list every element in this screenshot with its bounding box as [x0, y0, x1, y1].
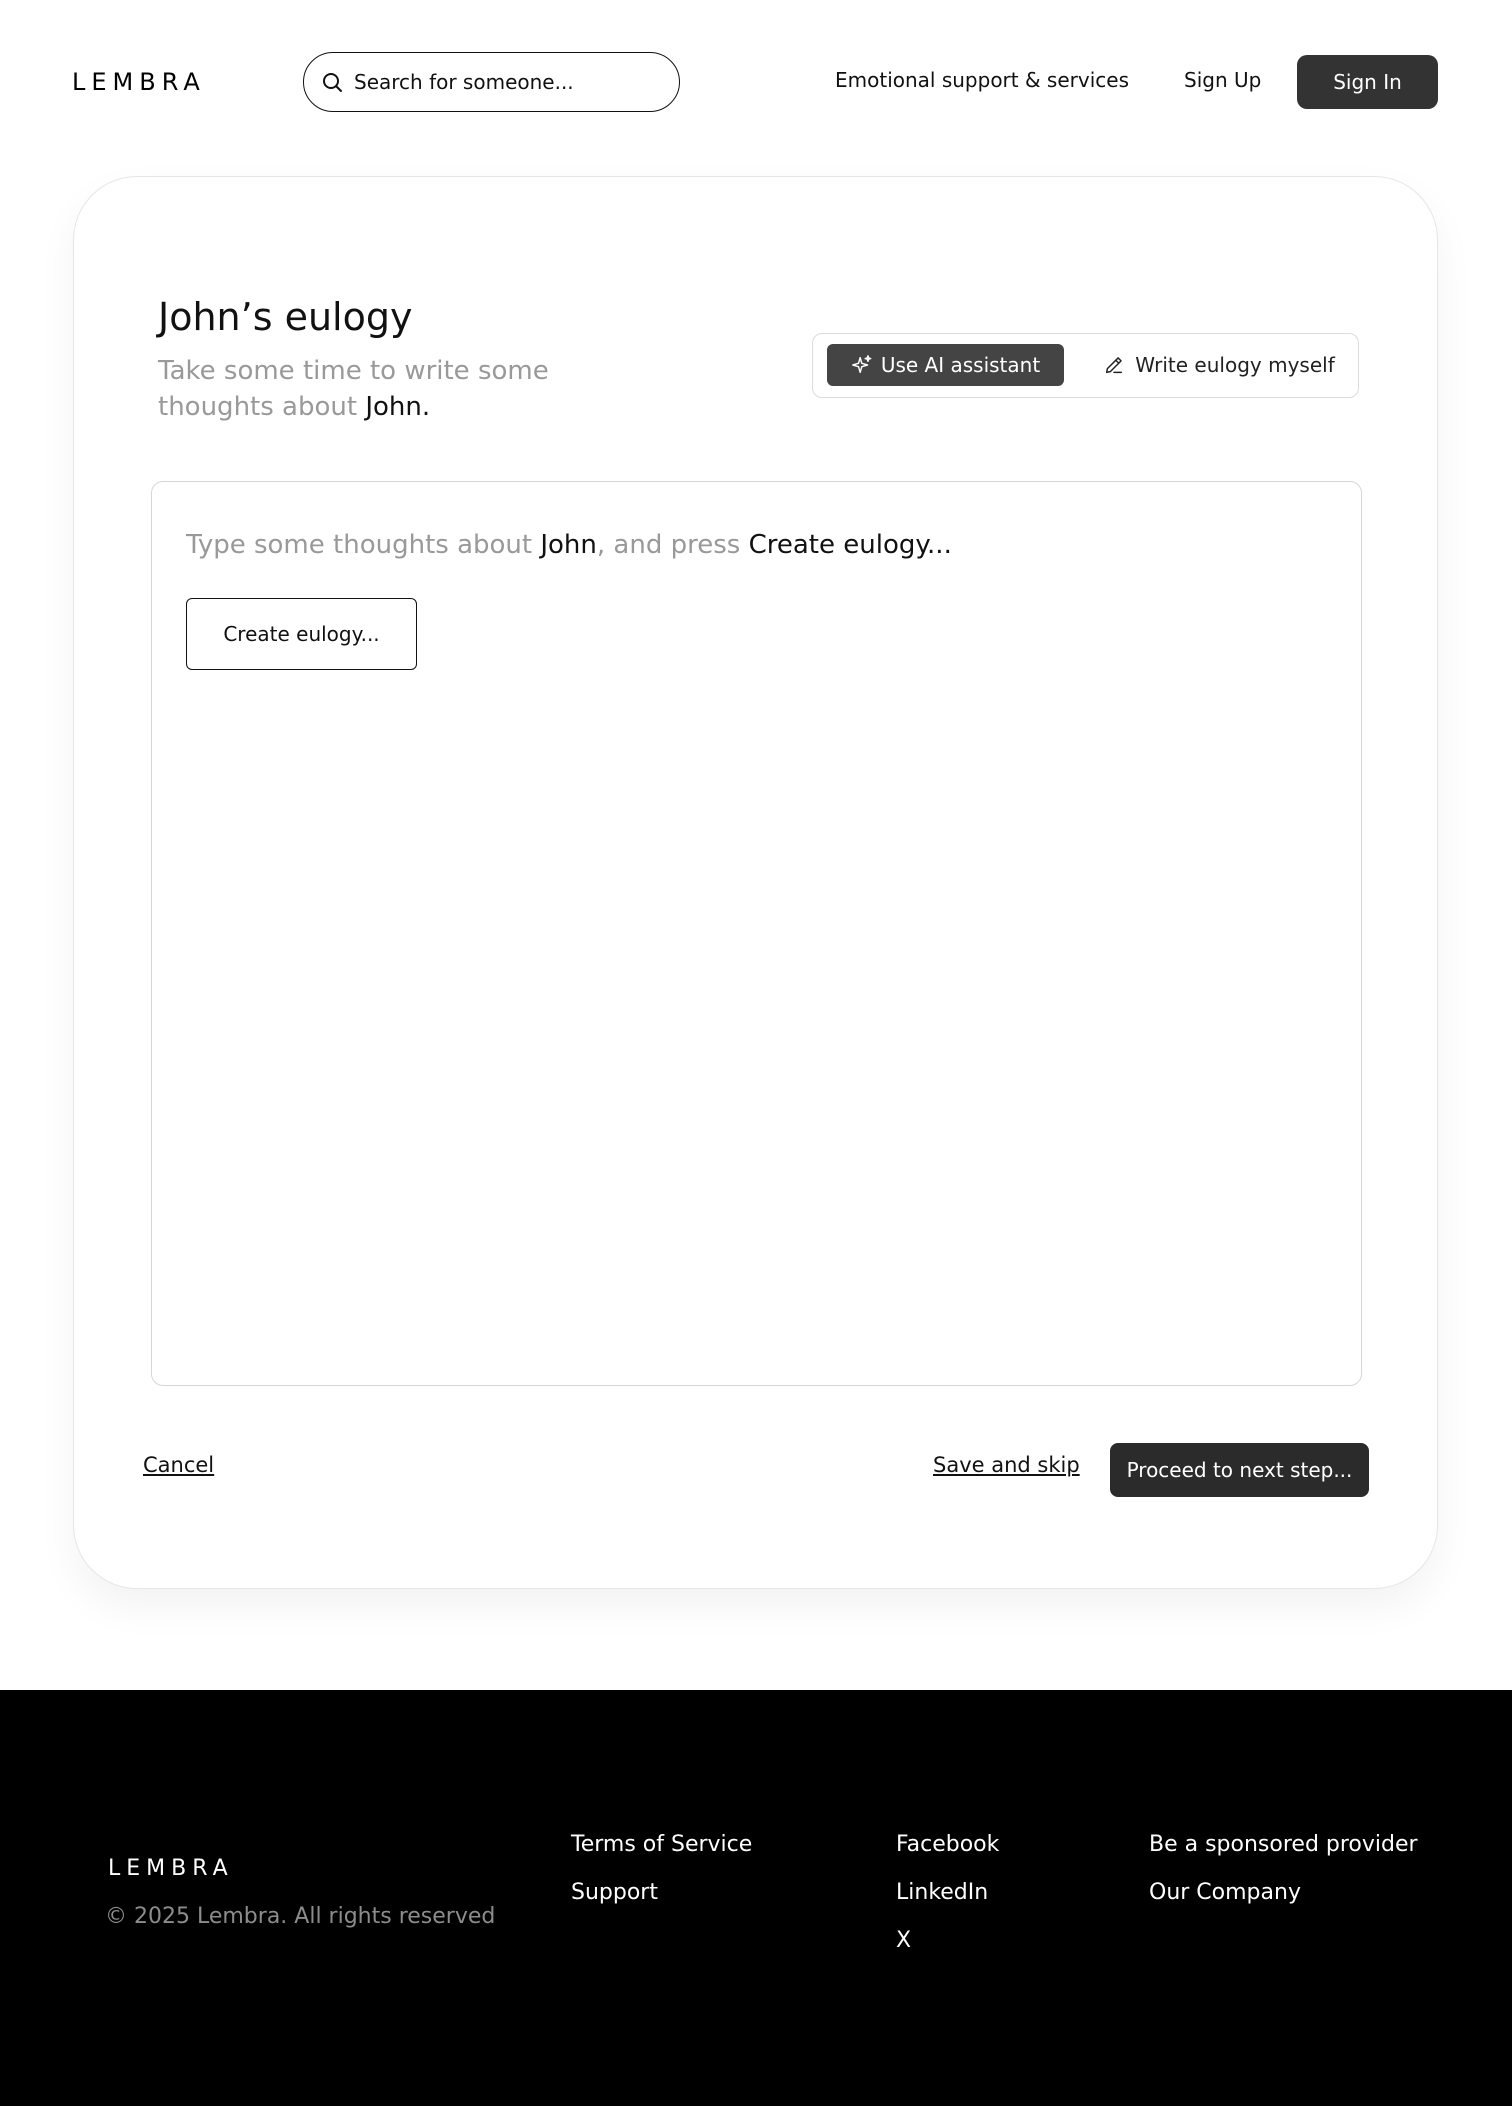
use-ai-assistant-label: Use AI assistant — [880, 353, 1041, 377]
cancel-link[interactable]: Cancel — [143, 1453, 214, 1477]
nav-emotional-support[interactable]: Emotional support & services — [835, 68, 1129, 92]
save-and-skip-link[interactable]: Save and skip — [933, 1453, 1080, 1477]
footer-column-legal: Terms of Service Support — [571, 1832, 752, 1928]
editor-placeholder: Type some thoughts about John, and press… — [186, 530, 952, 560]
pencil-icon — [1106, 357, 1123, 374]
footer-link-x[interactable]: X — [896, 1928, 911, 1953]
write-eulogy-myself-label: Write eulogy myself — [1135, 353, 1335, 377]
page-title: John’s eulogy — [158, 295, 413, 339]
footer-link-facebook[interactable]: Facebook — [896, 1832, 999, 1857]
use-ai-assistant-button[interactable]: Use AI assistant — [827, 344, 1064, 386]
hint-action: Create eulogy... — [748, 530, 952, 560]
search-bar[interactable] — [303, 52, 680, 112]
eulogy-card: John’s eulogy Take some time to write so… — [73, 176, 1438, 1589]
footer-link-our-company[interactable]: Our Company — [1149, 1880, 1301, 1905]
footer-link-terms[interactable]: Terms of Service — [571, 1832, 752, 1857]
hint-text-2: , and press — [596, 530, 749, 560]
footer-link-sponsored-provider[interactable]: Be a sponsored provider — [1149, 1832, 1418, 1857]
footer-link-support[interactable]: Support — [571, 1880, 658, 1905]
create-eulogy-button[interactable]: Create eulogy... — [186, 598, 417, 670]
hint-name: John — [540, 530, 597, 560]
search-icon — [323, 73, 342, 92]
logo[interactable]: LEMBRA — [72, 68, 206, 96]
search-input[interactable] — [354, 70, 654, 94]
subtitle-text: Take some time to write some thoughts ab… — [158, 356, 549, 422]
footer-logo[interactable]: LEMBRA — [108, 1856, 234, 1881]
mode-toggle: Use AI assistant Write eulogy myself — [812, 333, 1359, 398]
footer-link-linkedin[interactable]: LinkedIn — [896, 1880, 988, 1905]
proceed-button[interactable]: Proceed to next step... — [1110, 1443, 1369, 1497]
site-footer: LEMBRA © 2025 Lembra. All rights reserve… — [0, 1690, 1512, 2106]
sign-in-button[interactable]: Sign In — [1297, 55, 1438, 109]
write-eulogy-myself-button[interactable]: Write eulogy myself — [1089, 344, 1349, 386]
site-header: LEMBRA Emotional support & services Sign… — [0, 0, 1512, 164]
page-subtitle: Take some time to write some thoughts ab… — [158, 353, 578, 425]
subtitle-name: John. — [365, 392, 431, 422]
footer-column-social: Facebook LinkedIn X — [896, 1832, 999, 1976]
hint-text-1: Type some thoughts about — [186, 530, 541, 560]
eulogy-editor[interactable]: Type some thoughts about John, and press… — [151, 481, 1362, 1386]
sparkles-icon — [851, 355, 872, 374]
nav-sign-up[interactable]: Sign Up — [1184, 68, 1261, 92]
copyright: © 2025 Lembra. All rights reserved — [105, 1904, 496, 1929]
footer-column-company: Be a sponsored provider Our Company — [1149, 1832, 1418, 1928]
